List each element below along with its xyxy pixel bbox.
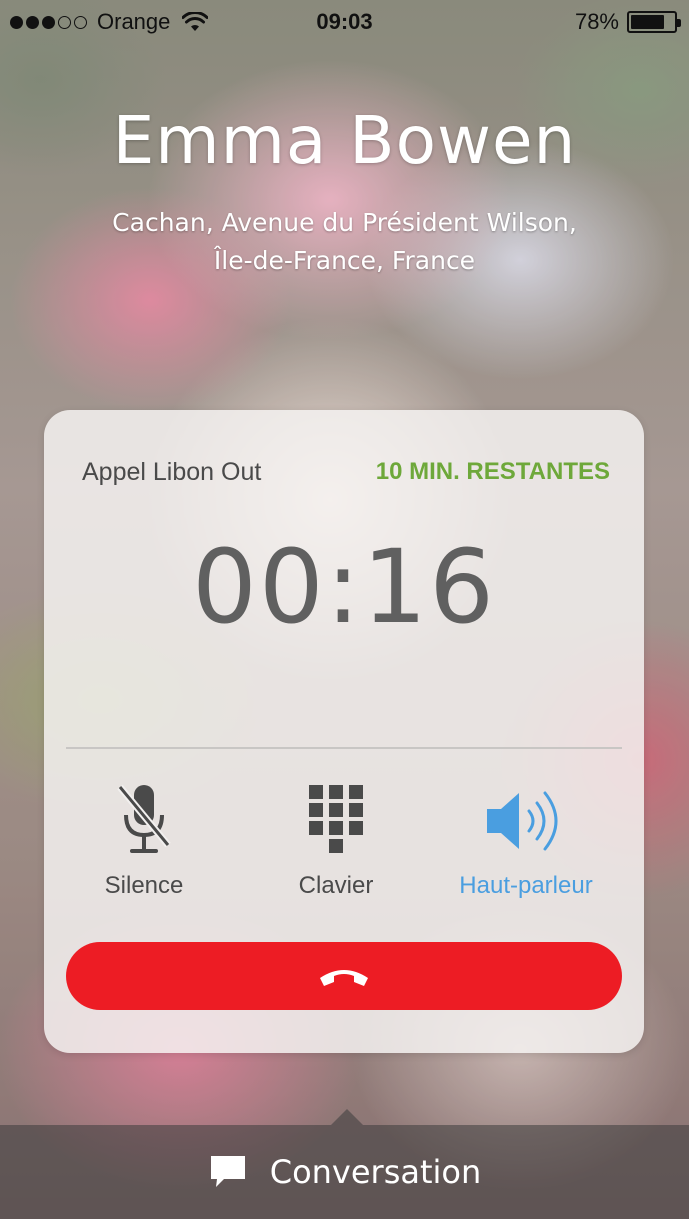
battery-level-fill xyxy=(631,15,664,29)
call-timer: 00:16 xyxy=(192,528,496,647)
caller-location-line1: Cachan, Avenue du Président Wilson, xyxy=(112,208,577,237)
conversation-bar[interactable]: Conversation xyxy=(0,1125,689,1219)
call-service-label: Appel Libon Out xyxy=(82,458,262,486)
keypad-icon xyxy=(309,785,363,853)
microphone-off-icon xyxy=(117,784,171,853)
speaker-icon xyxy=(487,791,558,851)
end-call-button[interactable] xyxy=(66,942,622,1010)
keypad-label: Clavier xyxy=(298,872,374,899)
status-right: 78% xyxy=(574,9,681,35)
caller-location: Cachan, Avenue du Président Wilson, Île-… xyxy=(0,204,689,280)
mute-label: Silence xyxy=(104,872,184,899)
speaker-label: Haut-parleur xyxy=(459,872,593,899)
conversation-label: Conversation xyxy=(269,1153,482,1191)
battery-icon xyxy=(627,11,681,33)
battery-percent: 78% xyxy=(574,9,619,34)
keypad-button[interactable]: Clavier xyxy=(236,778,436,900)
caller-location-line2: Île-de-France, France xyxy=(213,246,476,275)
divider xyxy=(66,747,622,749)
caller-name: Emma Bowen xyxy=(112,102,577,179)
chat-bubble-icon xyxy=(210,1156,245,1187)
status-bar: Orange 09:03 78% xyxy=(0,0,689,44)
hang-up-phone-icon xyxy=(320,970,368,986)
mute-button[interactable]: Silence xyxy=(44,778,244,900)
speaker-button[interactable]: Haut-parleur xyxy=(426,778,626,900)
conversation-handle xyxy=(331,1109,363,1125)
remaining-minutes-label: 10 MIN. RESTANTES xyxy=(375,458,610,485)
call-card: Appel Libon Out 10 MIN. RESTANTES 00:16 … xyxy=(44,410,644,1053)
